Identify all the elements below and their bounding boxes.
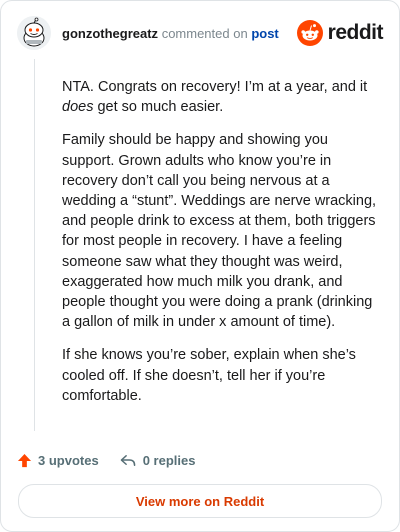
comment-actions: 3 upvotes 0 replies (17, 450, 195, 470)
emphasis-text: does (62, 99, 94, 116)
upvote-arrow-icon (17, 453, 32, 467)
comment-header: gonzothegreatz commented on post reddit (17, 15, 384, 51)
snoo-avatar-icon (17, 16, 51, 50)
reddit-wordmark: reddit (327, 21, 384, 44)
reply-button[interactable]: 0 replies (119, 452, 196, 468)
comment-paragraph-3: If she knows you’re sober, explain when … (62, 347, 356, 404)
reddit-snoo-icon (296, 20, 323, 46)
view-more-on-reddit-button[interactable]: View more on Reddit (18, 484, 382, 518)
thread-line[interactable] (34, 59, 35, 431)
comment-meta: gonzothegreatz commented on post (62, 26, 279, 41)
username-link[interactable]: gonzothegreatz (62, 26, 158, 41)
post-link[interactable]: post (251, 26, 278, 41)
user-avatar[interactable] (17, 16, 51, 50)
reddit-logo[interactable]: reddit (296, 20, 384, 46)
upvote-button[interactable]: 3 upvotes (17, 453, 99, 468)
comment-paragraph-2: Family should be happy and showing you s… (62, 132, 377, 331)
reply-arrow-icon (120, 454, 135, 466)
comment-body: NTA. Congrats on recovery! I’m at a year… (62, 77, 382, 419)
reply-count: 0 replies (142, 452, 196, 468)
comment-embed-card: gonzothegreatz commented on post reddit … (0, 0, 400, 532)
comment-paragraph-1: NTA. Congrats on recovery! I’m at a year… (62, 79, 368, 116)
view-more-label: View more on Reddit (135, 493, 265, 509)
commented-on-text: commented on (161, 25, 248, 41)
upvote-count: 3 upvotes (38, 452, 99, 468)
